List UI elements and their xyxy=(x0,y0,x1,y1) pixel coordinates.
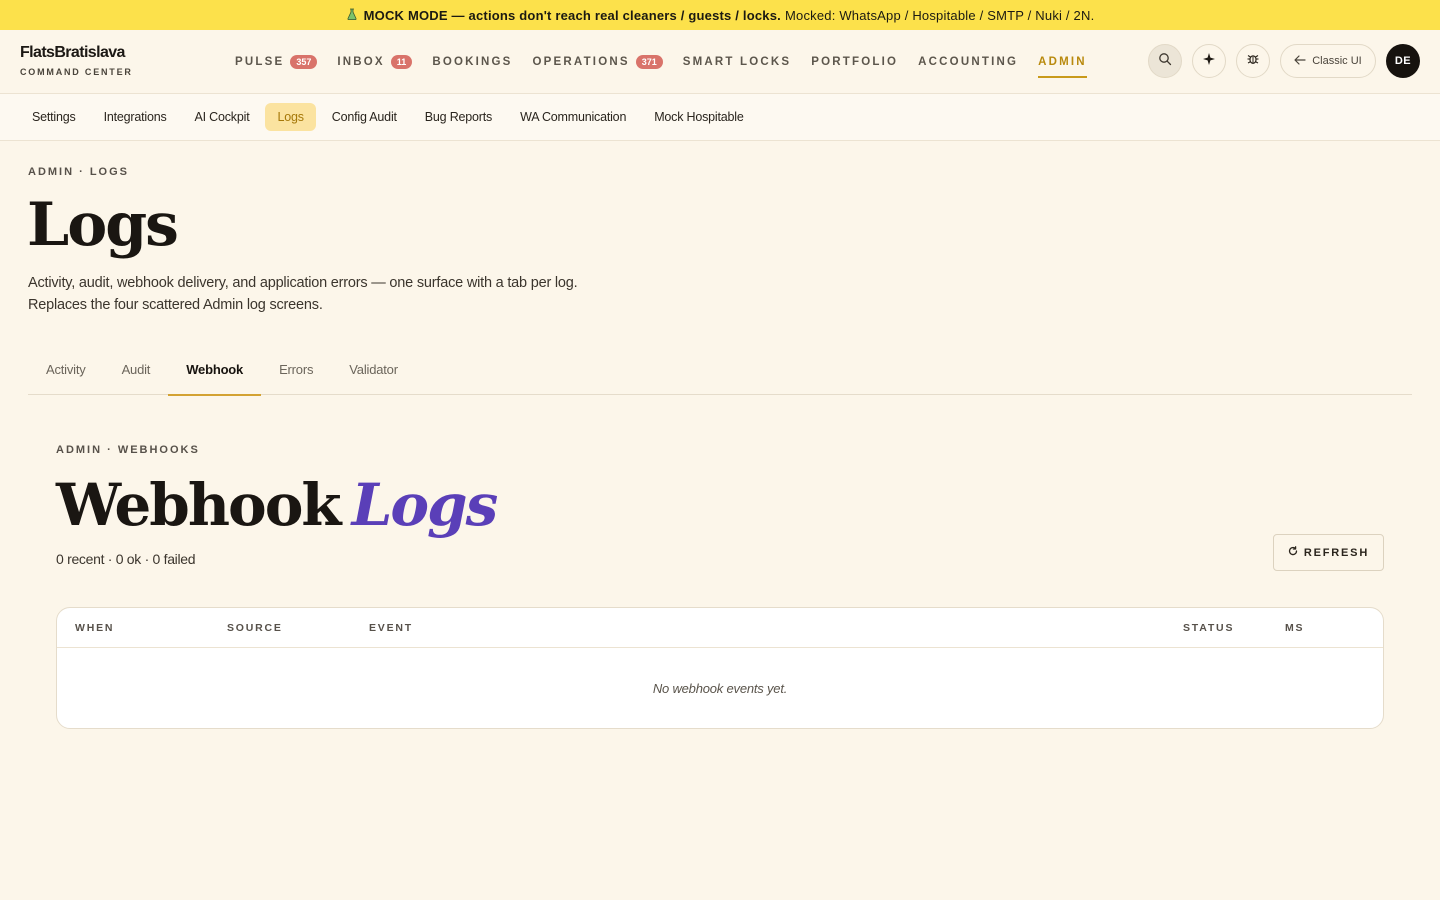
section-title: Webhook Logs xyxy=(56,470,499,540)
tab-validator[interactable]: Validator xyxy=(331,350,416,395)
webhook-counts: 0 recent · 0 ok · 0 failed xyxy=(56,551,196,567)
arrow-left-icon xyxy=(1294,54,1306,68)
refresh-icon xyxy=(1288,546,1298,559)
subnav-item-bug-reports[interactable]: Bug Reports xyxy=(413,103,504,131)
column-header-source[interactable]: SOURCE xyxy=(227,622,283,634)
nav-label: ACCOUNTING xyxy=(918,56,1019,68)
nav-label: PORTFOLIO xyxy=(811,56,899,68)
subnav-item-integrations[interactable]: Integrations xyxy=(92,103,179,131)
section-breadcrumb: ADMIN · WEBHOOKS xyxy=(56,444,200,456)
bug-icon xyxy=(1246,52,1260,71)
nav-label: BOOKINGS xyxy=(432,56,513,68)
nav-item-pulse[interactable]: PULSE 357 xyxy=(235,30,318,94)
log-tabs: Activity Audit Webhook Errors Validator xyxy=(28,350,1412,396)
nav-label: ADMIN xyxy=(1038,56,1087,68)
tab-activity[interactable]: Activity xyxy=(28,350,104,395)
admin-subnav: Settings Integrations AI Cockpit Logs Co… xyxy=(0,94,1440,141)
search-button[interactable] xyxy=(1148,44,1182,78)
brand-subtitle: COMMAND CENTER xyxy=(20,67,133,77)
classic-ui-label: Classic UI xyxy=(1312,55,1362,67)
column-header-ms[interactable]: MS xyxy=(1285,622,1304,634)
webhook-table: WHEN SOURCE EVENT STATUS MS No webhook e… xyxy=(56,607,1384,729)
nav-item-accounting[interactable]: ACCOUNTING xyxy=(918,30,1018,94)
nav-item-operations[interactable]: OPERATIONS 371 xyxy=(533,30,663,94)
subnav-item-logs[interactable]: Logs xyxy=(265,103,316,131)
nav-label: SMART LOCKS xyxy=(682,56,792,68)
count-badge: 11 xyxy=(390,55,413,69)
main-nav: PULSE 357 INBOX 11 BOOKINGS OPERATIONS 3… xyxy=(235,30,1107,94)
subnav-item-settings[interactable]: Settings xyxy=(20,103,88,131)
column-header-event[interactable]: EVENT xyxy=(369,622,413,634)
empty-state-text: No webhook events yet. xyxy=(652,680,788,696)
tab-audit[interactable]: Audit xyxy=(104,350,169,395)
nav-label: INBOX xyxy=(337,56,385,68)
nav-item-portfolio[interactable]: PORTFOLIO xyxy=(811,30,898,94)
nav-item-smart-locks[interactable]: SMART LOCKS xyxy=(683,30,792,94)
page-description: Activity, audit, webhook delivery, and a… xyxy=(28,272,628,316)
ai-assistant-button[interactable] xyxy=(1192,44,1226,78)
nav-label: PULSE xyxy=(235,56,285,68)
banner-strong-text: MOCK MODE — actions don't reach real cle… xyxy=(363,7,781,23)
classic-ui-button[interactable]: Classic UI xyxy=(1280,44,1376,78)
banner-detail-text: Mocked: WhatsApp / Hospitable / SMTP / N… xyxy=(784,7,1095,23)
nav-item-bookings[interactable]: BOOKINGS xyxy=(432,30,512,94)
subnav-item-config-audit[interactable]: Config Audit xyxy=(320,103,409,131)
count-badge: 371 xyxy=(635,55,663,69)
section-title-accent: Logs xyxy=(351,471,499,539)
table-header: WHEN SOURCE EVENT STATUS MS xyxy=(57,608,1383,648)
description-line: Activity, audit, webhook delivery, and a… xyxy=(28,275,578,291)
bug-report-button[interactable] xyxy=(1236,44,1270,78)
brand-name: FlatsBratislava xyxy=(20,44,125,61)
count-badge: 357 xyxy=(290,55,318,69)
subnav-item-ai-cockpit[interactable]: AI Cockpit xyxy=(183,103,262,131)
mock-mode-banner: MOCK MODE — actions don't reach real cle… xyxy=(0,0,1440,30)
brand[interactable]: FlatsBratislava COMMAND CENTER xyxy=(20,44,133,77)
tab-webhook[interactable]: Webhook xyxy=(168,350,261,396)
nav-label: OPERATIONS xyxy=(532,56,630,68)
column-header-status[interactable]: STATUS xyxy=(1183,622,1234,634)
sparkle-icon xyxy=(1202,52,1216,71)
subnav-item-mock-hospitable[interactable]: Mock Hospitable xyxy=(642,103,755,131)
top-bar: FlatsBratislava COMMAND CENTER PULSE 357… xyxy=(0,30,1440,94)
page-title: Logs xyxy=(27,190,179,260)
section-title-main: Webhook xyxy=(56,471,342,539)
tab-errors[interactable]: Errors xyxy=(261,350,331,395)
breadcrumb: ADMIN · LOGS xyxy=(28,166,129,178)
search-icon xyxy=(1158,52,1172,71)
description-line: Replaces the four scattered Admin log sc… xyxy=(28,297,323,313)
nav-item-admin[interactable]: ADMIN xyxy=(1038,30,1087,94)
user-avatar[interactable]: DE xyxy=(1386,44,1420,78)
refresh-button[interactable]: REFRESH xyxy=(1273,534,1384,571)
column-header-when[interactable]: WHEN xyxy=(75,622,114,634)
flask-icon xyxy=(346,8,358,23)
nav-item-inbox[interactable]: INBOX 11 xyxy=(337,30,413,94)
subnav-item-wa-communication[interactable]: WA Communication xyxy=(508,103,638,131)
refresh-label: REFRESH xyxy=(1303,546,1370,559)
